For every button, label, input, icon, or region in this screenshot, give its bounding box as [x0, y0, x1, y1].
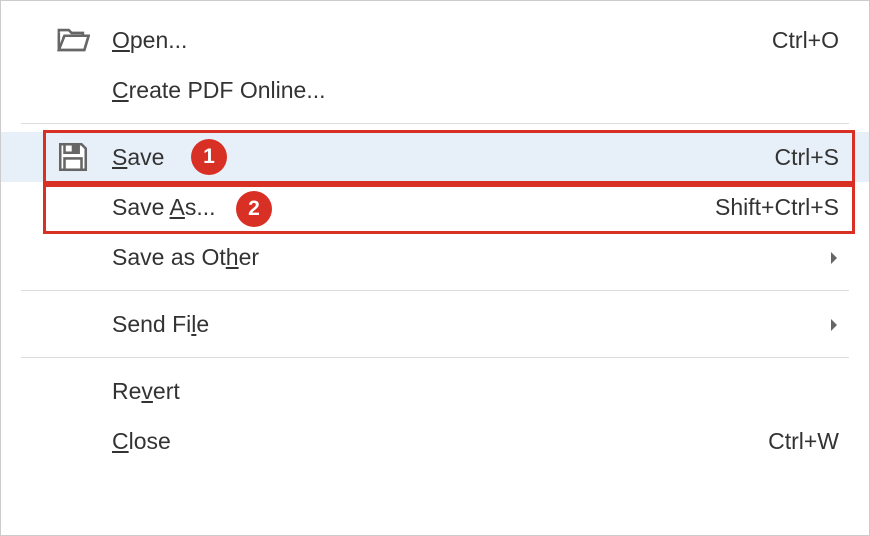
menu-label: Create PDF Online... [112, 77, 839, 104]
submenu-arrow-icon [829, 311, 839, 338]
menu-item-save[interactable]: Save Ctrl+S [1, 132, 869, 182]
menu-label: Save as Other [112, 244, 829, 271]
menu-shortcut: Ctrl+W [768, 428, 839, 455]
menu-label: Revert [112, 378, 839, 405]
submenu-arrow-icon [829, 244, 839, 271]
menu-item-save-as[interactable]: Save As... Shift+Ctrl+S [1, 182, 869, 232]
menu-item-create-pdf-online[interactable]: Create PDF Online... [1, 65, 869, 115]
menu-separator [21, 290, 849, 291]
menu-label: Open... [112, 27, 772, 54]
menu-label: Save As... [112, 194, 715, 221]
menu-item-close[interactable]: Close Ctrl+W [1, 416, 869, 466]
menu-shortcut: Shift+Ctrl+S [715, 194, 839, 221]
save-icon [56, 140, 112, 174]
menu-item-save-as-other[interactable]: Save as Other [1, 232, 869, 282]
menu-shortcut: Ctrl+S [774, 144, 839, 171]
menu-item-open[interactable]: Open... Ctrl+O [1, 15, 869, 65]
menu-label: Save [112, 144, 774, 171]
menu-shortcut: Ctrl+O [772, 27, 839, 54]
folder-open-icon [56, 23, 112, 57]
menu-separator [21, 123, 849, 124]
menu-item-send-file[interactable]: Send File [1, 299, 869, 349]
menu-item-revert[interactable]: Revert [1, 366, 869, 416]
menu-separator [21, 357, 849, 358]
menu-label: Close [112, 428, 768, 455]
file-menu: Open... Ctrl+O Create PDF Online... Save… [1, 1, 869, 466]
menu-label: Send File [112, 311, 829, 338]
